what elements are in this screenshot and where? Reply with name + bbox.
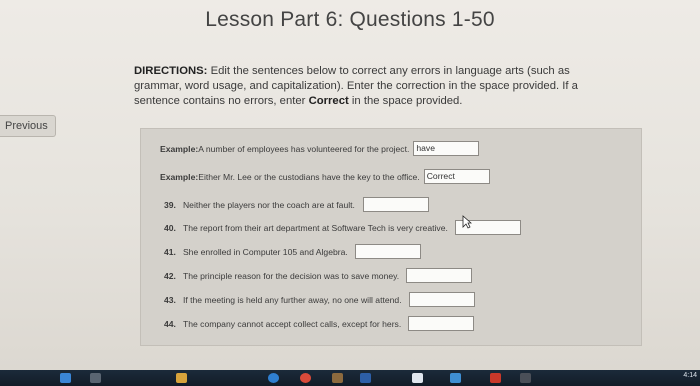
taskbar: 4:14 xyxy=(0,370,700,386)
answer-input[interactable] xyxy=(408,292,475,307)
edge-icon[interactable] xyxy=(268,373,279,383)
word-icon[interactable] xyxy=(360,373,371,383)
app-icon[interactable] xyxy=(332,373,343,383)
question-sentence: She enrolled in Computer 105 and Algebra… xyxy=(182,246,348,257)
question-row: 43. If the meeting is held any further a… xyxy=(164,292,475,307)
answer-input[interactable] xyxy=(406,268,473,283)
game-icon[interactable] xyxy=(520,373,531,383)
example-answer-field: have xyxy=(413,141,480,156)
example-sentence: A number of employees has volunteered fo… xyxy=(198,143,410,154)
example-row: Example: Either Mr. Lee or the custodian… xyxy=(160,169,490,184)
answer-input[interactable] xyxy=(362,197,429,212)
windows-icon[interactable] xyxy=(60,373,71,383)
previous-button[interactable]: Previous xyxy=(0,115,56,137)
directions-lead: DIRECTIONS: xyxy=(134,65,208,77)
question-number: 41. xyxy=(164,246,176,257)
question-sentence: The report from their art department at … xyxy=(182,222,448,233)
question-number: 43. xyxy=(164,294,176,305)
search-icon[interactable] xyxy=(90,373,101,383)
question-sentence: The principle reason for the decision wa… xyxy=(182,270,400,281)
example-label: Example: xyxy=(160,143,199,154)
mail-icon[interactable] xyxy=(450,373,461,383)
chrome-icon[interactable] xyxy=(300,373,311,383)
store-icon[interactable] xyxy=(412,373,423,383)
question-number: 42. xyxy=(164,270,176,281)
media-icon[interactable] xyxy=(490,373,501,383)
example-sentence: Either Mr. Lee or the custodians have th… xyxy=(198,171,420,182)
question-number: 40. xyxy=(164,222,176,233)
question-number: 44. xyxy=(164,318,176,329)
question-sentence: If the meeting is held any further away,… xyxy=(182,294,402,305)
question-number: 39. xyxy=(164,199,176,210)
question-row: 44. The company cannot accept collect ca… xyxy=(164,316,475,331)
page-title: Lesson Part 6: Questions 1-50 xyxy=(205,8,495,31)
example-answer-field: Correct xyxy=(423,169,490,184)
directions-body-2: in the space provided. xyxy=(348,95,463,107)
question-row: 41. She enrolled in Computer 105 and Alg… xyxy=(164,244,421,259)
answer-input[interactable] xyxy=(354,244,421,259)
clock[interactable]: 4:14 xyxy=(683,372,697,379)
question-sentence: The company cannot accept collect calls,… xyxy=(182,318,402,329)
example-label: Example: xyxy=(160,171,199,182)
questions-panel xyxy=(140,128,642,346)
directions-correct-word: Correct xyxy=(308,95,349,107)
question-sentence: Neither the players nor the coach are at… xyxy=(182,199,355,210)
answer-input[interactable] xyxy=(408,316,475,331)
mouse-cursor-icon xyxy=(462,215,472,229)
question-row: 42. The principle reason for the decisio… xyxy=(164,268,473,283)
directions-text: DIRECTIONS: Edit the sentences below to … xyxy=(134,64,584,109)
question-row: 39. Neither the players nor the coach ar… xyxy=(164,197,429,212)
example-row: Example: A number of employees has volun… xyxy=(160,141,480,156)
explorer-icon[interactable] xyxy=(176,373,187,383)
